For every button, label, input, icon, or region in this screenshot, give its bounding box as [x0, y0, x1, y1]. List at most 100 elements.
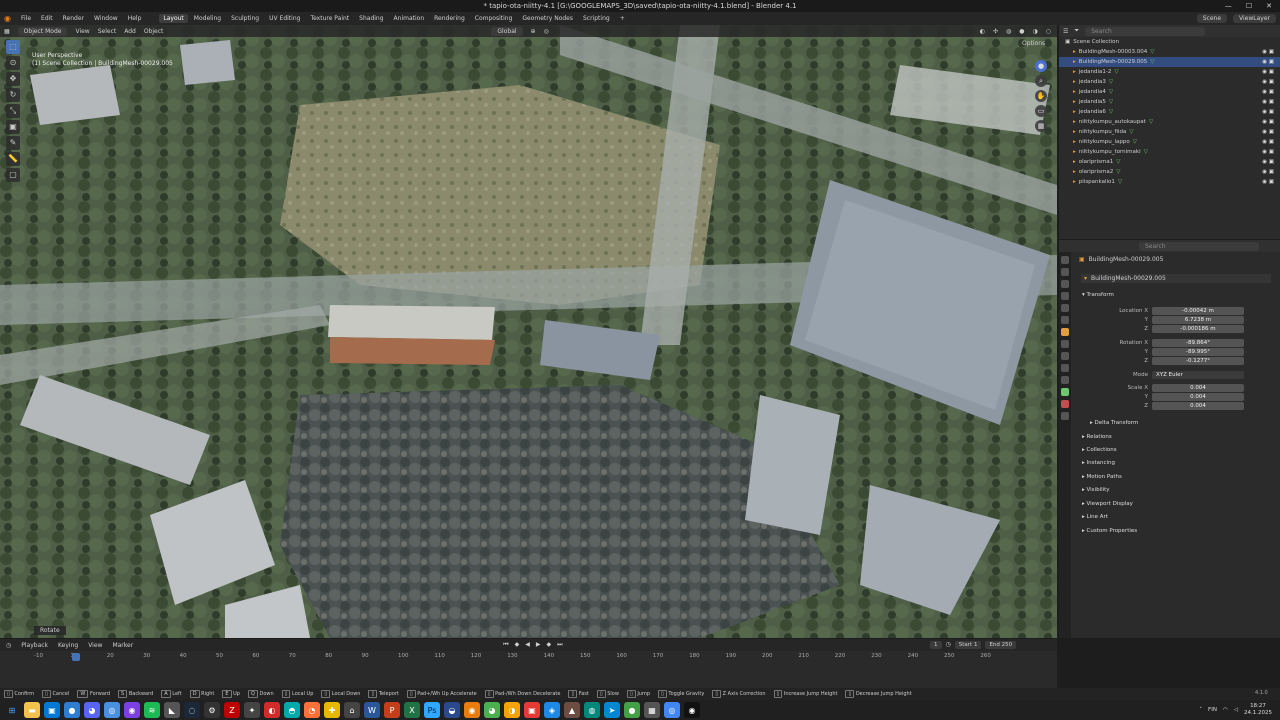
pan-hand-icon[interactable]: ✋ [1035, 90, 1047, 102]
outliner-item[interactable]: ▸ olariprisma2 ▽ ◉ ▣ [1059, 167, 1280, 177]
output-tab-icon[interactable] [1061, 280, 1069, 288]
proportional-edit-icon[interactable]: ◎ [544, 28, 549, 35]
scene-tab-icon[interactable] [1061, 304, 1069, 312]
file-explorer-icon[interactable]: ▬ [24, 702, 40, 718]
location-x-field[interactable]: -0.00042 m [1152, 307, 1244, 315]
transform-icon[interactable]: ▣ [6, 120, 20, 134]
app-icon[interactable]: ● [64, 702, 80, 718]
viewport-menu-view[interactable]: View [75, 28, 89, 35]
github-icon[interactable]: ◉ [684, 702, 700, 718]
filter-icon[interactable]: ⏷ [1074, 27, 1079, 35]
viewport-menu-select[interactable]: Select [98, 28, 117, 35]
location-y-field[interactable]: 6.7238 m [1152, 316, 1244, 324]
visibility-eye-icon[interactable]: ◉ ▣ [1262, 159, 1274, 165]
outliner-item[interactable]: ▸ jedandia4 ▽ ◉ ▣ [1059, 87, 1280, 97]
visibility-eye-icon[interactable]: ◉ ▣ [1262, 69, 1274, 75]
obs-icon[interactable]: ◉ [124, 702, 140, 718]
app-yellow-icon[interactable]: ✚ [324, 702, 340, 718]
physics-tab-icon[interactable] [1061, 364, 1069, 372]
menu-render[interactable]: Render [63, 15, 84, 22]
zoom-icon[interactable]: ⌕ [1035, 75, 1047, 87]
settings-icon[interactable]: ⚙ [204, 702, 220, 718]
edge-icon[interactable]: ◓ [284, 702, 300, 718]
app-blue-icon[interactable]: ◒ [444, 702, 460, 718]
blender-taskbar-icon[interactable]: ◉ [464, 702, 480, 718]
visibility-eye-icon[interactable]: ◉ ▣ [1262, 79, 1274, 85]
outliner-item[interactable]: ▸ niittykumpu_autokaupat ▽ ◉ ▣ [1059, 117, 1280, 127]
render-tab-icon[interactable] [1061, 268, 1069, 276]
timeline-ruler[interactable]: -101020304050607080901001101201301401501… [0, 651, 1057, 663]
playhead[interactable] [72, 653, 80, 661]
chrome2-icon[interactable]: ◎ [664, 702, 680, 718]
section-visibility[interactable]: ▸ Visibility [1082, 487, 1110, 493]
menu-help[interactable]: Help [128, 15, 142, 22]
viewlayer-selector[interactable]: ViewLayer [1233, 14, 1276, 23]
app-gray-icon[interactable]: ▦ [644, 702, 660, 718]
constraints-tab-icon[interactable] [1061, 376, 1069, 384]
maximize-icon[interactable]: ☐ [1246, 0, 1252, 12]
minimize-icon[interactable]: — [1225, 0, 1232, 12]
outliner-editor-icon[interactable]: ☰ [1063, 28, 1068, 35]
material-tab-icon[interactable] [1061, 400, 1069, 408]
tab-animation[interactable]: Animation [390, 14, 429, 23]
scale-x-field[interactable]: 0.004 [1152, 384, 1244, 392]
section-relations[interactable]: ▸ Relations [1082, 434, 1112, 440]
section-delta-transform[interactable]: ▸ Delta Transform [1090, 420, 1138, 426]
app-green-icon[interactable]: ◕ [484, 702, 500, 718]
transform-orientation-dropdown[interactable]: Global [491, 26, 523, 36]
menu-window[interactable]: Window [94, 15, 118, 22]
firefox-icon[interactable]: ◔ [304, 702, 320, 718]
app-red2-icon[interactable]: ▣ [524, 702, 540, 718]
app-orange-icon[interactable]: ◑ [504, 702, 520, 718]
store-icon[interactable]: ▣ [44, 702, 60, 718]
menu-edit[interactable]: Edit [41, 15, 53, 22]
ortho-toggle-icon[interactable]: ▦ [1035, 120, 1047, 132]
particles-tab-icon[interactable] [1061, 352, 1069, 360]
volume-icon[interactable]: ◁ [1234, 707, 1238, 713]
last-operator-panel[interactable]: Rotate [34, 626, 66, 635]
spotify-icon[interactable]: ≋ [144, 702, 160, 718]
scale-z-field[interactable]: 0.004 [1152, 402, 1244, 410]
viewport-menu-object[interactable]: Object [144, 28, 164, 35]
visibility-eye-icon[interactable]: ◉ ▣ [1262, 89, 1274, 95]
tray-up-icon[interactable]: ˄ [1199, 707, 1202, 713]
outliner-item[interactable]: ▸ BuildingMesh-00003.004 ▽ ◉ ▣ [1059, 47, 1280, 57]
shading-solid-icon[interactable]: ● [1019, 28, 1024, 35]
outliner-item[interactable]: ▸ niittykumpu_fiida ▽ ◉ ▣ [1059, 127, 1280, 137]
viewport-menu-add[interactable]: Add [124, 28, 136, 35]
tab-layout[interactable]: Layout [159, 14, 188, 23]
tab-compositing[interactable]: Compositing [471, 14, 517, 23]
app-teal-icon[interactable]: ◍ [584, 702, 600, 718]
timeline-editor-icon[interactable]: ◷ [6, 642, 11, 649]
outliner-search-input[interactable]: Search [1085, 26, 1206, 36]
rotate-icon[interactable]: ↻ [6, 88, 20, 102]
tab-shading[interactable]: Shading [355, 14, 387, 23]
properties-search-input[interactable]: Search [1139, 241, 1259, 251]
outliner-item[interactable]: ▸ niittykumpu_lappo ▽ ◉ ▣ [1059, 137, 1280, 147]
object-tab-icon[interactable] [1061, 328, 1069, 336]
timeline-menu-view[interactable]: View [88, 642, 102, 649]
visibility-eye-icon[interactable]: ◉ ▣ [1262, 99, 1274, 105]
visibility-eye-icon[interactable]: ◉ ▣ [1262, 169, 1274, 175]
section-instancing[interactable]: ▸ Instancing [1082, 460, 1115, 466]
steam-icon[interactable]: ◌ [184, 702, 200, 718]
tool-tab-icon[interactable] [1061, 256, 1069, 264]
location-z-field[interactable]: -0.000186 m [1152, 325, 1244, 333]
overlay-icon[interactable]: ◍ [1006, 28, 1011, 35]
prev-keyframe-icon[interactable]: ◆ [515, 641, 520, 649]
outliner-item[interactable]: ▸ piispankalio1 ▽ ◉ ▣ [1059, 177, 1280, 187]
filezilla-icon[interactable]: Z [224, 702, 240, 718]
visibility-eye-icon[interactable]: ◉ ▣ [1262, 109, 1274, 115]
rotation-y-field[interactable]: -89.995° [1152, 348, 1244, 356]
outliner-item[interactable]: ▸ olariprisma1 ▽ ◉ ▣ [1059, 157, 1280, 167]
play-icon[interactable]: ▶ [536, 641, 541, 649]
scale-icon[interactable]: ⤡ [6, 104, 20, 118]
visibility-eye-icon[interactable]: ◉ ▣ [1262, 179, 1274, 185]
timeline-menu-marker[interactable]: Marker [112, 642, 133, 649]
timeline-menu-playback[interactable]: Playback [21, 642, 48, 649]
jump-start-icon[interactable]: ⏮ [503, 641, 508, 649]
tab-scripting[interactable]: Scripting [579, 14, 614, 23]
snap-icon[interactable]: ⊕ [531, 28, 536, 35]
current-frame-field[interactable]: 1 [930, 641, 942, 649]
start-windows-icon[interactable]: ⊞ [4, 702, 20, 718]
